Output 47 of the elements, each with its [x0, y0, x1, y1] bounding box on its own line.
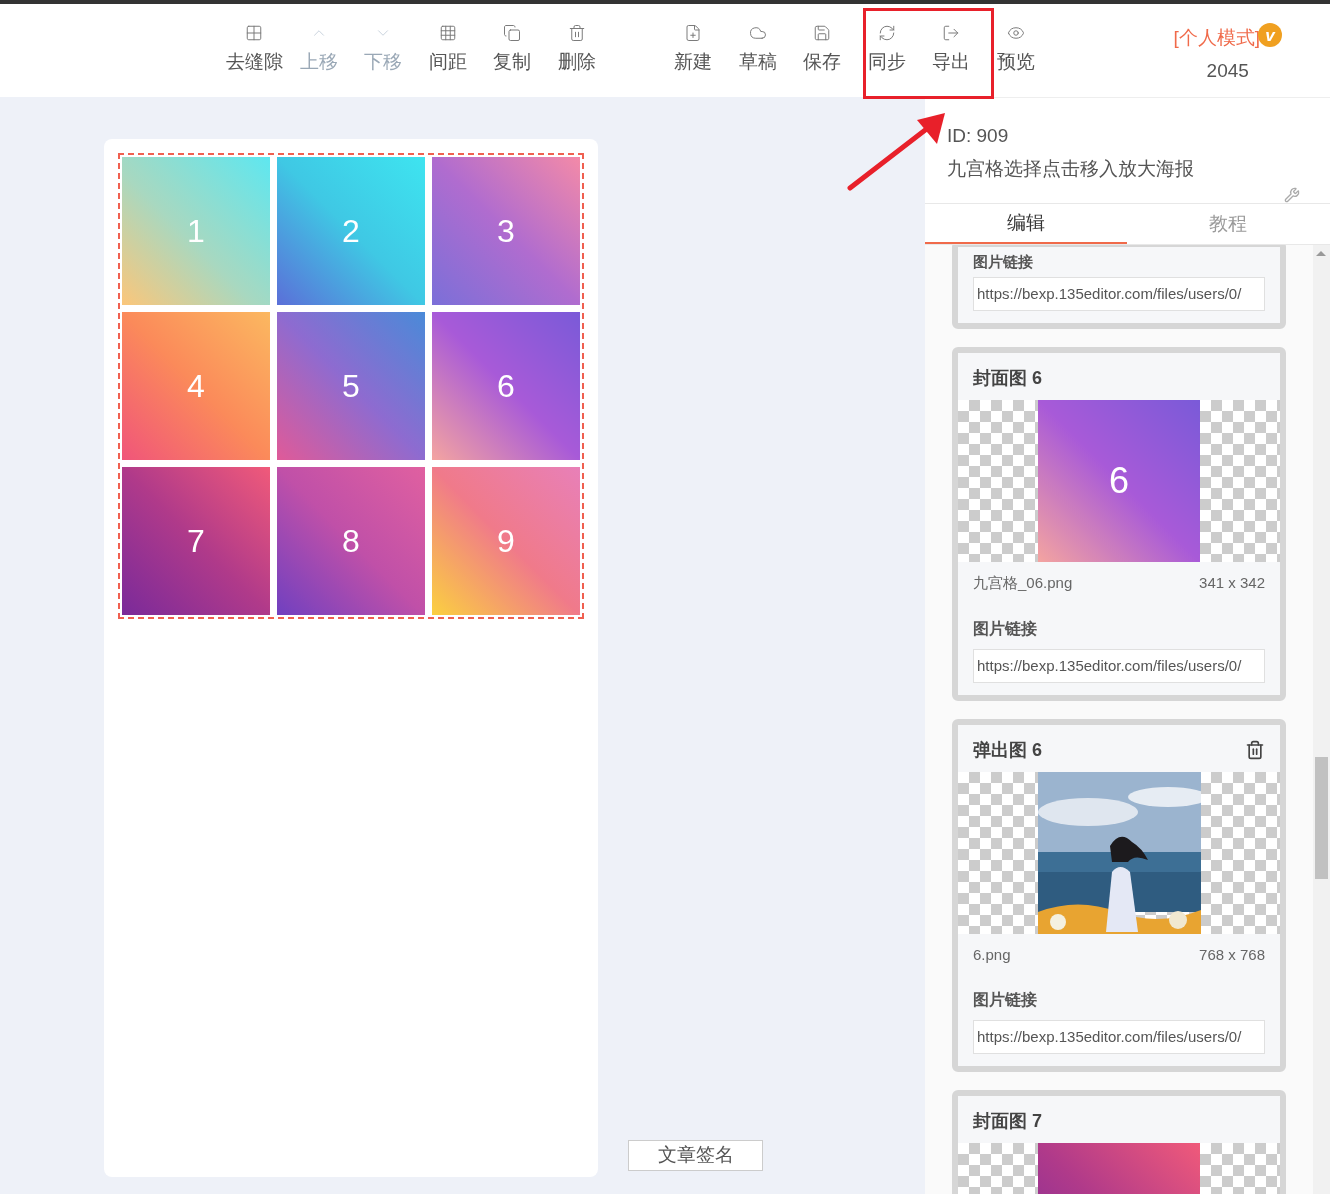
card-title: 封面图 7 — [973, 1111, 1042, 1131]
file-name: 6.png — [973, 944, 1011, 965]
toolbar-button[interactable]: 复制 — [480, 24, 545, 97]
card-title: 弹出图 6 — [973, 738, 1042, 762]
template-id: ID: 909 — [947, 124, 1010, 148]
field-label: 图片链接 — [972, 990, 1038, 1010]
grid-tile[interactable]: 3 — [432, 157, 580, 305]
template-description: 九宫格选择点击移入放大海报 — [947, 156, 1195, 181]
toolbar-button[interactable]: 间距 — [415, 24, 480, 97]
export-icon — [942, 24, 961, 42]
cover-image: 6 — [1038, 400, 1200, 562]
grid-tile[interactable]: 5 — [277, 312, 425, 460]
save-icon — [813, 24, 832, 42]
toolbar-button[interactable]: 保存 — [790, 24, 855, 97]
image-size: 341 x 342 — [1199, 573, 1265, 593]
toolbar-button[interactable]: 草稿 — [725, 24, 790, 97]
toolbar-button[interactable]: 同步 — [854, 24, 919, 97]
toolbar-button[interactable]: 删除 — [544, 24, 609, 97]
points-count: 2045 — [1206, 58, 1249, 83]
field-label: 图片链接 — [972, 618, 1038, 639]
vip-badge: v — [1258, 23, 1282, 48]
trash-icon[interactable] — [1245, 740, 1265, 760]
toolbar-button[interactable]: 去缝隙 — [222, 24, 287, 97]
field-label: 图片链接 — [972, 253, 1034, 272]
copy-icon — [503, 24, 522, 42]
file-name: 九宫格_06.png — [973, 573, 1073, 593]
grid-tile[interactable]: 6 — [432, 312, 580, 460]
file-plus-icon — [684, 24, 703, 42]
grid-tile[interactable]: 7 — [122, 467, 270, 615]
toolbar-button[interactable]: 导出 — [919, 24, 984, 97]
cloud-icon — [748, 24, 767, 42]
scrollbar[interactable] — [1313, 245, 1330, 1194]
grid-icon — [438, 24, 457, 42]
grid-icon — [245, 24, 264, 42]
eye-icon — [1006, 24, 1025, 42]
refresh-icon — [877, 24, 896, 42]
signature-button[interactable]: 文章签名 — [628, 1140, 763, 1171]
card-title: 封面图 6 — [973, 367, 1042, 390]
trash-icon — [567, 24, 586, 42]
toolbar-button[interactable]: 新建 — [661, 24, 726, 97]
toolbar-button[interactable]: 预览 — [983, 24, 1048, 97]
url-field[interactable]: https://bexp.135editor.com/files/users/0/ — [973, 1020, 1265, 1054]
url-field[interactable]: https://bexp.135editor.com/files/users/0/ — [973, 277, 1265, 311]
tools-icon — [1284, 187, 1300, 203]
grid-tile[interactable]: 8 — [277, 467, 425, 615]
url-field[interactable]: https://bexp.135editor.com/files/users/0/ — [973, 648, 1265, 683]
image-size: 768 x 768 — [1199, 944, 1265, 965]
